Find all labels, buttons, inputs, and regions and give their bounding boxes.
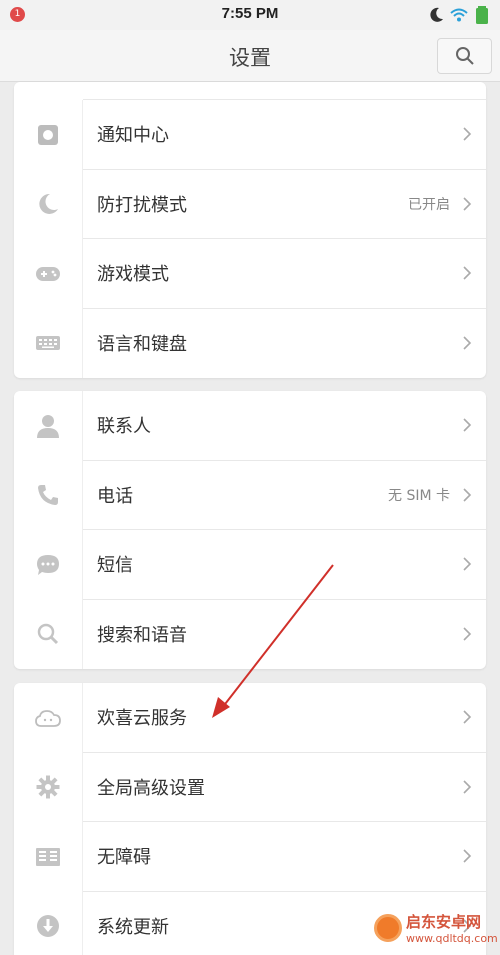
- row-cloud-service[interactable]: 欢喜云服务: [14, 683, 486, 753]
- chevron-right-icon: [463, 418, 472, 432]
- phone-icon: [14, 460, 83, 530]
- chevron-right-icon: [463, 127, 472, 141]
- cloud-icon: [14, 683, 83, 753]
- gamepad-icon: [14, 239, 83, 309]
- search-button[interactable]: [437, 38, 492, 74]
- keyboard-icon: [14, 308, 83, 378]
- row-game-mode[interactable]: 游戏模式: [14, 239, 486, 309]
- row-label: 防打扰模式: [97, 194, 187, 216]
- chevron-right-icon: [463, 710, 472, 724]
- settings-group-2: 联系人 电话 无 SIM 卡 短信 搜索和语音: [14, 391, 486, 669]
- wifi-icon: [450, 8, 468, 22]
- page-title: 设置: [229, 46, 271, 70]
- battery-icon: [476, 6, 488, 24]
- row-label: 欢喜云服务: [97, 708, 187, 730]
- watermark-name: 启东安卓网: [406, 912, 482, 931]
- watermark: 启东安卓网 www.qdltdq.com: [370, 900, 500, 955]
- row-label: 通知中心: [97, 125, 169, 147]
- search-icon: [14, 599, 83, 669]
- row-label: 电话: [97, 485, 133, 507]
- row-label: 搜索和语音: [97, 625, 187, 647]
- person-icon: [14, 391, 83, 461]
- row-search-voice[interactable]: 搜索和语音: [14, 599, 486, 669]
- row-phone[interactable]: 电话 无 SIM 卡: [14, 460, 486, 530]
- row-do-not-disturb[interactable]: 防打扰模式 已开启: [14, 169, 486, 239]
- watermark-url: www.qdltdq.com: [406, 931, 498, 945]
- message-icon: [14, 530, 83, 600]
- row-label: 联系人: [97, 416, 151, 438]
- row-language-keyboard[interactable]: 语言和键盘: [14, 308, 486, 378]
- accessibility-icon: [14, 822, 83, 892]
- row-label: 游戏模式: [97, 264, 169, 286]
- row-value: 已开启: [408, 196, 450, 213]
- chevron-right-icon: [463, 849, 472, 863]
- gear-icon: [14, 752, 83, 822]
- settings-group-1: 通知中心 防打扰模式 已开启 游戏模式 语言和键盘: [14, 82, 486, 378]
- search-icon: [455, 47, 474, 65]
- status-time: 7:55 PM: [221, 5, 279, 22]
- status-icons: [430, 5, 490, 25]
- download-icon: [14, 891, 83, 955]
- row-contacts[interactable]: 联系人: [14, 391, 486, 461]
- chevron-right-icon: [463, 780, 472, 794]
- chevron-right-icon: [463, 627, 472, 641]
- chevron-right-icon: [463, 197, 472, 211]
- notification-icon: [14, 100, 83, 170]
- chevron-right-icon: [463, 488, 472, 502]
- partial-row: [83, 82, 486, 100]
- row-value: 无 SIM 卡: [388, 487, 450, 504]
- row-messages[interactable]: 短信: [14, 530, 486, 600]
- moon-icon: [430, 7, 443, 22]
- row-label: 短信: [97, 555, 133, 577]
- status-bar: 1 7:55 PM: [0, 0, 500, 30]
- row-label: 语言和键盘: [97, 334, 187, 356]
- chevron-right-icon: [463, 266, 472, 280]
- row-label: 全局高级设置: [97, 777, 205, 799]
- row-global-advanced[interactable]: 全局高级设置: [14, 752, 486, 822]
- moon-icon: [14, 169, 83, 239]
- row-notification-center[interactable]: 通知中心: [14, 100, 486, 170]
- row-label: 无障碍: [97, 847, 151, 869]
- chevron-right-icon: [463, 557, 472, 571]
- title-bar: 设置: [0, 30, 500, 82]
- row-accessibility[interactable]: 无障碍: [14, 822, 486, 892]
- watermark-logo-icon: [374, 913, 402, 942]
- chevron-right-icon: [463, 336, 472, 350]
